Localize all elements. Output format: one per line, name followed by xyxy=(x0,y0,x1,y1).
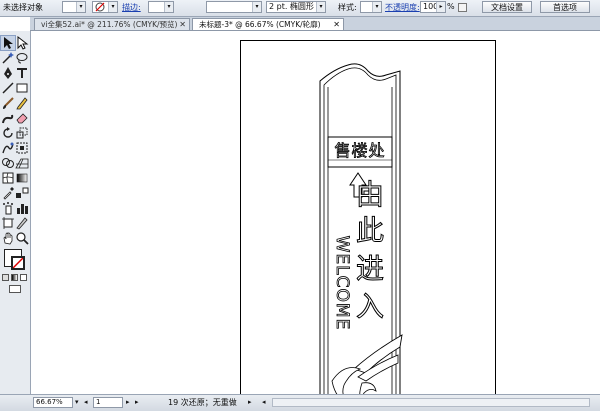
stroke-weight-field[interactable]: ▾ xyxy=(148,1,174,13)
hand-tool-icon[interactable] xyxy=(1,231,15,245)
column-graph-icon[interactable] xyxy=(15,201,29,215)
slice-tool-icon[interactable] xyxy=(15,216,29,230)
welcome-text: WELCOME xyxy=(332,235,353,331)
status-menu-icon[interactable]: ▸ xyxy=(248,398,252,406)
stroke-profile-value: 2 pt. 椭圆形 xyxy=(269,2,314,11)
stroke-label-link[interactable]: 描边: xyxy=(122,2,141,13)
color-mode-icon[interactable] xyxy=(2,274,28,282)
line-tool-icon[interactable] xyxy=(1,81,15,95)
warp-icon[interactable] xyxy=(1,141,15,155)
no-stroke-icon xyxy=(95,2,105,12)
first-page-icon[interactable]: ◂ xyxy=(84,398,88,406)
vertical-char: 此 xyxy=(355,214,385,247)
lasso-icon[interactable] xyxy=(15,51,29,65)
zoom-tool-icon[interactable] xyxy=(15,231,29,245)
eyedropper-icon[interactable] xyxy=(1,186,15,200)
zoom-value: 66.67% xyxy=(36,398,63,406)
page-value: 1 xyxy=(96,398,101,406)
selection-status: 未选择对象 xyxy=(3,3,43,12)
blob-brush-icon[interactable] xyxy=(1,111,15,125)
chevron-down-icon: ▾ xyxy=(372,2,381,12)
fill-color-dropdown[interactable]: ▾ xyxy=(62,1,86,13)
preferences-button[interactable]: 首选项 xyxy=(540,1,590,13)
chevron-down-icon: ▾ xyxy=(108,2,117,12)
status-bar: 66.67% ▾ ◂ 1 ▸ ▸ 19 次还原；无重做 ▸ ◂ xyxy=(0,394,600,411)
opacity-unit: % xyxy=(447,2,455,11)
tab-untitled-3[interactable]: 未标题-3* @ 66.67% (CMYK/轮廓) ✕ xyxy=(192,18,344,30)
symbol-sprayer-icon[interactable] xyxy=(1,201,15,215)
blend-icon[interactable] xyxy=(15,186,29,200)
tab-label: vi全集52.ai* @ 211.76% (CMYK/预览) xyxy=(41,20,178,29)
control-bar: 未选择对象 ▾ ▾ 描边: ▾ ▾ 2 pt. 椭圆形 ▾ 样式: ▾ 不透明度… xyxy=(0,0,600,17)
zoom-dropdown-icon[interactable]: ▾ xyxy=(75,398,79,406)
mesh-icon[interactable] xyxy=(1,171,15,185)
chevron-right-icon: ▸ xyxy=(436,2,445,12)
zoom-field[interactable]: 66.67% xyxy=(33,397,73,408)
vertical-char: 由 xyxy=(355,178,385,211)
close-icon[interactable]: ✕ xyxy=(179,19,186,31)
chevron-down-icon: ▾ xyxy=(252,2,261,12)
tab-label: 未标题-3* @ 66.67% (CMYK/轮廓) xyxy=(199,20,321,29)
document-tab-bar: vi全集52.ai* @ 211.76% (CMYK/预览) ✕ 未标题-3* … xyxy=(30,17,600,31)
opacity-field[interactable]: 100 ▸ xyxy=(420,1,446,13)
free-transform-icon[interactable] xyxy=(15,141,29,155)
chevron-down-icon: ▾ xyxy=(164,2,173,12)
vertical-char: 入 xyxy=(355,290,385,323)
align-icon[interactable] xyxy=(458,3,467,12)
brush-definition-dropdown[interactable]: 2 pt. 椭圆形 ▾ xyxy=(266,1,326,13)
vertical-char: 进 xyxy=(355,252,385,285)
horizontal-scrollbar[interactable] xyxy=(272,398,590,407)
chevron-down-icon: ▾ xyxy=(76,2,85,12)
direct-selection-tool-icon[interactable] xyxy=(15,36,29,50)
last-page-icon[interactable]: ▸ xyxy=(135,398,139,406)
stroke-color-dropdown[interactable]: ▾ xyxy=(92,1,118,13)
pencil-icon[interactable] xyxy=(15,96,29,110)
chevron-down-icon: ▾ xyxy=(316,2,325,12)
document-setup-button[interactable]: 文档设置 xyxy=(482,1,532,13)
artboard-tool-icon[interactable] xyxy=(1,216,15,230)
scroll-left-icon[interactable]: ◂ xyxy=(262,398,266,406)
selection-tool-icon[interactable] xyxy=(0,35,16,51)
type-tool-icon[interactable] xyxy=(15,66,29,80)
variable-width-dropdown[interactable]: ▾ xyxy=(206,1,262,13)
style-label: 样式: xyxy=(338,3,357,12)
tools-panel xyxy=(0,31,31,394)
stroke-swatch-icon[interactable] xyxy=(11,256,25,270)
magic-wand-icon[interactable] xyxy=(1,51,15,65)
paintbrush-icon[interactable] xyxy=(1,96,15,110)
close-icon[interactable]: ✕ xyxy=(333,19,340,31)
next-page-icon[interactable]: ▸ xyxy=(126,398,130,406)
document-canvas[interactable]: 售楼处 由 此 进 入 WELCOME xyxy=(31,31,600,411)
eraser-icon[interactable] xyxy=(15,111,29,125)
graphic-style-dropdown[interactable]: ▾ xyxy=(360,1,382,13)
perspective-grid-icon[interactable] xyxy=(15,156,29,170)
rotate-icon[interactable] xyxy=(1,126,15,140)
opacity-label-link[interactable]: 不透明度: xyxy=(385,2,420,13)
tab-vi-collection[interactable]: vi全集52.ai* @ 211.76% (CMYK/预览) ✕ xyxy=(34,18,190,30)
page-field[interactable]: 1 xyxy=(93,397,123,408)
rectangle-tool-icon[interactable] xyxy=(15,81,29,95)
sign-title: 售楼处 xyxy=(334,141,386,161)
pen-tool-icon[interactable] xyxy=(1,66,15,80)
history-status: 19 次还原；无重做 xyxy=(168,398,237,407)
shape-builder-icon[interactable] xyxy=(1,156,15,170)
scale-icon[interactable] xyxy=(15,126,29,140)
screen-mode-icon[interactable] xyxy=(9,285,21,293)
gradient-icon[interactable] xyxy=(15,171,29,185)
